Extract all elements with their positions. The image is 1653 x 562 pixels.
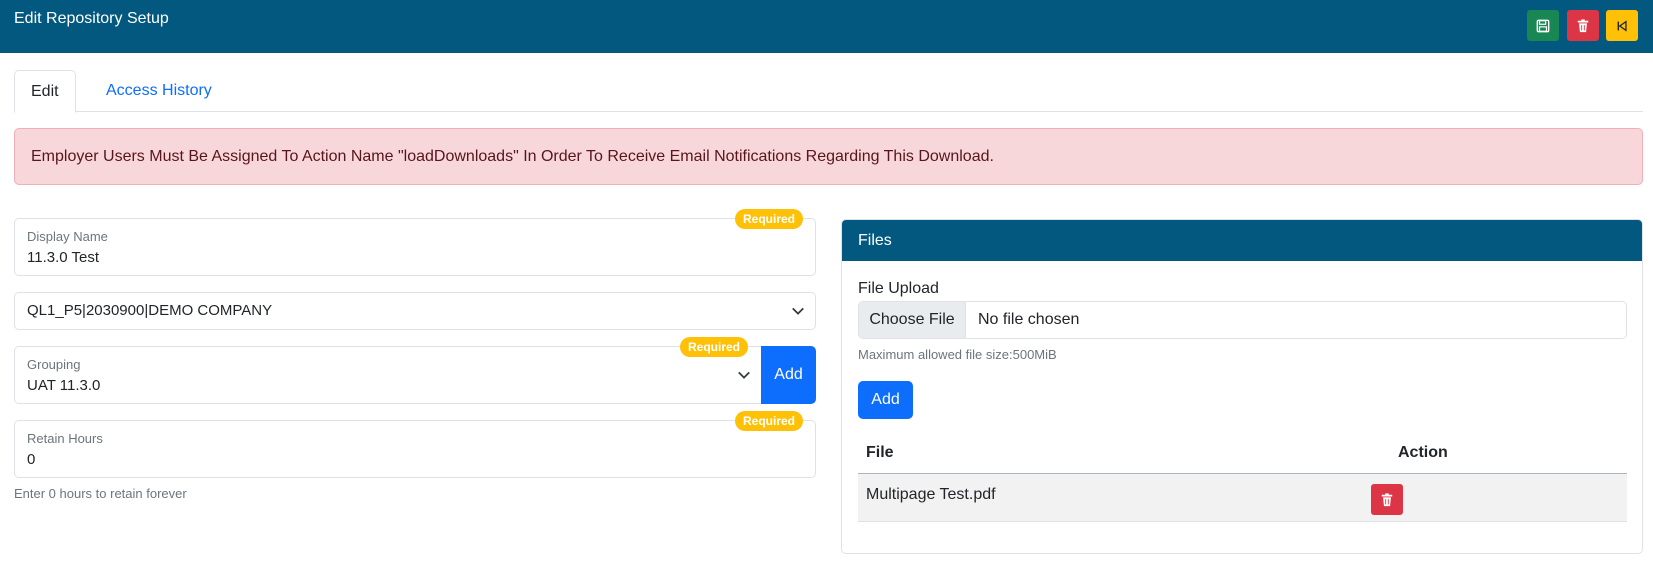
- grouping-select[interactable]: Grouping UAT 11.3.0 Required: [14, 337, 762, 404]
- delete-button[interactable]: [1567, 10, 1599, 41]
- back-button[interactable]: [1606, 10, 1638, 41]
- choose-file-button[interactable]: Choose File: [859, 302, 966, 338]
- retain-hours-field[interactable]: Retain Hours 0 Required: [14, 411, 816, 478]
- table-header-file: File: [866, 444, 894, 461]
- file-status-text: No file chosen: [978, 311, 1080, 328]
- top-bar: Edit Repository Setup: [0, 0, 1653, 53]
- files-card-title: Files: [842, 220, 1642, 261]
- tab-bar: Edit Access History: [14, 70, 1643, 113]
- trash-icon: [1577, 18, 1589, 32]
- page-title: Edit Repository Setup: [14, 10, 169, 27]
- save-button[interactable]: [1527, 10, 1559, 41]
- display-name-input[interactable]: 11.3.0 Test: [27, 249, 99, 266]
- file-name-cell: Multipage Test.pdf: [866, 486, 996, 503]
- floppy-disk-icon: [1536, 19, 1550, 32]
- retain-hours-hint: Enter 0 hours to retain forever: [14, 486, 187, 501]
- notification-alert: Employer Users Must Be Assigned To Actio…: [14, 128, 1643, 185]
- retain-hours-input[interactable]: 0: [27, 451, 35, 468]
- grouping-value: UAT 11.3.0: [27, 377, 101, 394]
- tab-edit[interactable]: Edit: [14, 70, 76, 113]
- file-upload-label: File Upload: [858, 280, 939, 297]
- tab-access-history[interactable]: Access History: [90, 70, 228, 112]
- retain-hours-label: Retain Hours: [27, 431, 103, 446]
- display-name-field[interactable]: Display Name 11.3.0 Test Required: [14, 209, 816, 276]
- files-card: Files File Upload Choose File No file ch…: [841, 219, 1643, 554]
- company-select-value: QL1_P5|2030900|DEMO COMPANY: [27, 302, 273, 319]
- delete-file-button[interactable]: [1371, 484, 1403, 515]
- display-name-label: Display Name: [27, 229, 108, 244]
- add-grouping-button[interactable]: Add: [761, 346, 816, 404]
- company-select[interactable]: QL1_P5|2030900|DEMO COMPANY: [14, 292, 816, 330]
- add-file-button[interactable]: Add: [858, 381, 913, 419]
- required-badge: Required: [680, 337, 749, 357]
- required-badge: Required: [735, 411, 804, 431]
- required-badge: Required: [735, 209, 804, 229]
- grouping-label: Grouping: [27, 357, 81, 372]
- table-row: Multipage Test.pdf: [858, 474, 1627, 522]
- max-file-size-hint: Maximum allowed file size:500MiB: [858, 347, 1057, 362]
- file-upload-input[interactable]: Choose File No file chosen: [858, 301, 1627, 339]
- table-header-action: Action: [1398, 444, 1448, 461]
- step-back-icon: [1617, 19, 1627, 32]
- trash-icon: [1381, 492, 1393, 506]
- chevron-down-icon: [791, 304, 805, 318]
- chevron-down-icon: [737, 368, 751, 382]
